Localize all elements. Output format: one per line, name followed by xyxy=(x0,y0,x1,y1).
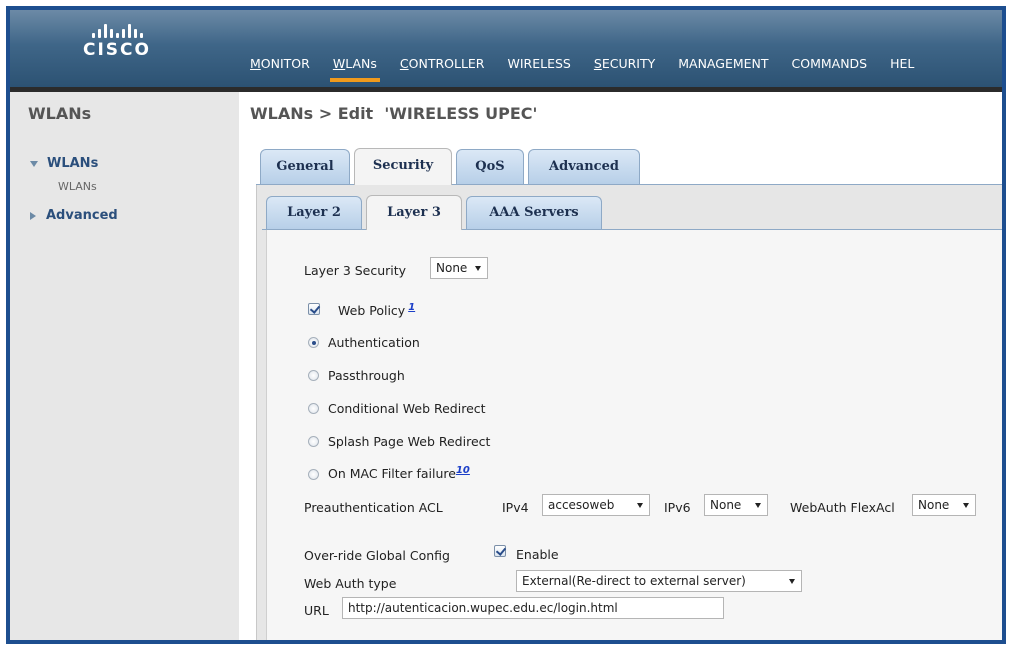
sidebar-item-label: Advanced xyxy=(46,208,118,223)
select-value: None xyxy=(710,498,742,512)
override-enable-checkbox[interactable] xyxy=(494,545,506,557)
chevron-down-icon xyxy=(475,266,481,271)
sidebar-item-label: WLANs xyxy=(47,156,99,171)
main-nav: MONITOR WLANs CONTROLLER WIRELESS SECURI… xyxy=(250,56,937,82)
override-enable-label: Enable xyxy=(516,547,559,562)
ipv4-label: IPv4 xyxy=(502,500,529,515)
radio-label: On MAC Filter failure10 xyxy=(328,465,470,481)
tab-general[interactable]: General xyxy=(260,149,350,184)
radio-label: Splash Page Web Redirect xyxy=(328,434,491,449)
radio-conditional-web-redirect[interactable] xyxy=(308,403,319,414)
radio-authentication[interactable] xyxy=(308,337,319,348)
select-value: External(Re-direct to external server) xyxy=(522,574,746,588)
override-global-config-label: Over-ride Global Config xyxy=(304,548,450,563)
expanded-arrow-icon xyxy=(30,160,38,167)
chevron-down-icon xyxy=(755,503,761,508)
nav-commands[interactable]: COMMANDS xyxy=(792,56,868,71)
cisco-bars-icon xyxy=(62,24,172,38)
cisco-logo: CISCO xyxy=(62,24,172,60)
ipv6-acl-select[interactable]: None xyxy=(704,494,768,516)
sidebar-item-wlans[interactable]: WLANs xyxy=(30,156,98,171)
chevron-down-icon xyxy=(789,579,795,584)
nav-wireless[interactable]: WIRELESS xyxy=(508,56,571,71)
radio-passthrough[interactable] xyxy=(308,370,319,381)
brand-name: CISCO xyxy=(83,40,151,60)
webauth-flexacl-label: WebAuth FlexAcl xyxy=(790,500,895,515)
footnote-link[interactable]: 1 xyxy=(408,302,415,313)
radio-label: Passthrough xyxy=(328,368,405,383)
sidebar-item-advanced[interactable]: Advanced xyxy=(30,208,118,223)
page-title: WLANs > Edit 'WIRELESS UPEC' xyxy=(250,104,538,123)
layer3-security-label: Layer 3 Security xyxy=(304,263,407,278)
tab-qos[interactable]: QoS xyxy=(456,149,524,184)
nav-security[interactable]: SECURITY xyxy=(594,56,655,71)
layer3-security-select[interactable]: None xyxy=(430,257,488,279)
mac-filter-text: On MAC Filter failure xyxy=(328,466,456,482)
radio-mac-filter-failure[interactable] xyxy=(308,469,319,480)
sidebar-title: WLANs xyxy=(28,104,92,123)
select-value: None xyxy=(918,498,950,512)
web-policy-checkbox[interactable] xyxy=(308,303,320,315)
nav-wlans[interactable]: WLANs xyxy=(329,56,380,82)
nav-help[interactable]: HEL xyxy=(890,56,914,71)
nav-management[interactable]: MANAGEMENT xyxy=(678,56,768,71)
collapsed-arrow-icon xyxy=(30,211,36,220)
tab-advanced[interactable]: Advanced xyxy=(528,149,640,184)
radio-label: Conditional Web Redirect xyxy=(328,401,486,416)
chevron-down-icon xyxy=(637,503,643,508)
select-value: accesoweb xyxy=(548,498,615,512)
sidebar-subitem-wlans[interactable]: WLANs xyxy=(58,180,97,193)
tab-aaa-servers[interactable]: AAA Servers xyxy=(466,196,602,229)
app-window: CISCO MONITOR WLANs CONTROLLER WIRELESS … xyxy=(6,6,1006,644)
web-policy-label: Web Policy 1 xyxy=(338,302,415,318)
webauth-flexacl-select[interactable]: None xyxy=(912,494,976,516)
nav-controller[interactable]: CONTROLLER xyxy=(400,56,485,71)
preauth-acl-label: Preauthentication ACL xyxy=(304,500,443,515)
tab-layer3[interactable]: Layer 3 xyxy=(366,195,462,231)
radio-label: Authentication xyxy=(328,335,420,350)
web-auth-type-label: Web Auth type xyxy=(304,576,397,591)
select-value: None xyxy=(436,261,468,275)
web-policy-text: Web Policy xyxy=(338,303,406,319)
ipv4-acl-select[interactable]: accesoweb xyxy=(542,494,650,516)
footnote-link[interactable]: 10 xyxy=(456,465,470,476)
chevron-down-icon xyxy=(963,503,969,508)
header-bar: CISCO MONITOR WLANs CONTROLLER WIRELESS … xyxy=(10,10,1002,87)
radio-splash-page-web-redirect[interactable] xyxy=(308,436,319,447)
ipv6-label: IPv6 xyxy=(664,500,691,515)
url-input[interactable]: http://autenticacion.wupec.edu.ec/login.… xyxy=(342,597,724,619)
sidebar: WLANs WLANs WLANs Advanced xyxy=(10,92,239,640)
tab-security[interactable]: Security xyxy=(354,148,452,185)
tab-layer2[interactable]: Layer 2 xyxy=(266,196,362,229)
url-label: URL xyxy=(304,603,329,618)
nav-monitor[interactable]: MONITOR xyxy=(250,56,310,71)
web-auth-type-select[interactable]: External(Re-direct to external server) xyxy=(516,570,802,592)
